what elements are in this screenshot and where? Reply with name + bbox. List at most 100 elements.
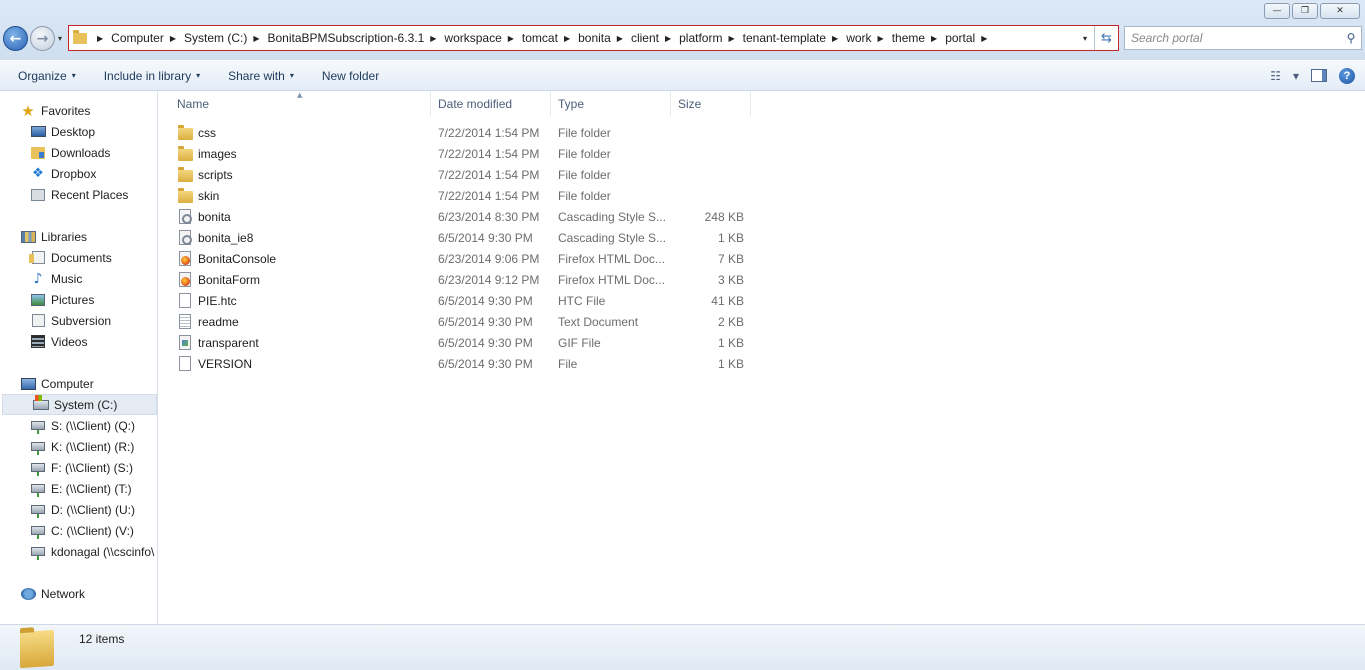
column-header-type[interactable]: Type xyxy=(551,92,671,116)
file-name-cell[interactable]: images xyxy=(177,143,427,164)
breadcrumb-separator-icon[interactable]: ▶ xyxy=(430,34,436,43)
network-icon xyxy=(20,587,36,600)
breadcrumb-separator-icon[interactable]: ▶ xyxy=(981,34,987,43)
breadcrumb-separator-icon[interactable]: ▶ xyxy=(931,34,937,43)
table-row[interactable]: BonitaConsole 6/23/2014 9:06 PM Firefox HT… xyxy=(159,248,759,269)
sidebar-item-desktop[interactable]: Desktop xyxy=(0,121,157,142)
breadcrumb-item[interactable]: bonita xyxy=(578,31,611,45)
file-name-cell[interactable]: BonitaForm xyxy=(177,269,427,290)
file-name-cell[interactable]: skin xyxy=(177,185,427,206)
sidebar-item-downloads[interactable]: Downloads xyxy=(0,142,157,163)
file-name-cell[interactable]: bonita_ie8 xyxy=(177,227,427,248)
address-bar[interactable]: ▶ Computer ▶ System (C:) ▶ BonitaBPMSubscript… xyxy=(68,25,1119,51)
breadcrumb-separator-icon[interactable]: ▶ xyxy=(878,34,884,43)
breadcrumb-separator-icon[interactable]: ▶ xyxy=(617,34,623,43)
sidebar-item-libraries[interactable]: Libraries xyxy=(0,226,157,247)
sidebar-item-recent-places[interactable]: Recent Places xyxy=(0,184,157,205)
preview-pane-icon[interactable] xyxy=(1311,69,1327,82)
minimize-button[interactable]: — xyxy=(1264,3,1290,19)
file-name-cell[interactable]: transparent xyxy=(177,332,427,353)
file-name: bonita xyxy=(198,209,231,224)
sidebar-item-drive-r[interactable]: K: (\\Client) (R:) xyxy=(0,436,157,457)
search-input[interactable]: Search portal xyxy=(1131,31,1341,45)
breadcrumb-separator-icon[interactable]: ▶ xyxy=(170,34,176,43)
back-button[interactable]: ← xyxy=(3,26,28,51)
sidebar-item-drive-q[interactable]: S: (\\Client) (Q:) xyxy=(0,415,157,436)
table-row[interactable]: skin 7/22/2014 1:54 PM File folder xyxy=(159,185,759,206)
table-row[interactable]: bonita 6/23/2014 8:30 PM Cascading Style S… xyxy=(159,206,759,227)
breadcrumb-separator-icon[interactable]: ▶ xyxy=(832,34,838,43)
network-drive-icon xyxy=(31,547,45,560)
forward-button[interactable]: → xyxy=(30,26,55,51)
breadcrumb-item[interactable]: workspace xyxy=(444,31,501,45)
table-row[interactable]: VERSION 6/5/2014 9:30 PM File 1 KB xyxy=(159,353,759,374)
sidebar-item-pictures[interactable]: Pictures xyxy=(0,289,157,310)
help-icon[interactable]: ? xyxy=(1339,67,1355,84)
close-button[interactable]: ✕ xyxy=(1320,3,1360,19)
breadcrumb-item[interactable]: tenant-template xyxy=(743,31,826,45)
table-row[interactable]: bonita_ie8 6/5/2014 9:30 PM Cascading Styl… xyxy=(159,227,759,248)
sidebar-item-network[interactable]: Network xyxy=(0,583,157,604)
search-box[interactable]: Search portal ⚲ xyxy=(1124,26,1362,50)
organize-button[interactable]: Organize ▾ xyxy=(0,61,86,90)
sidebar-item-music[interactable]: ♪ Music xyxy=(0,268,157,289)
breadcrumb-separator-icon[interactable]: ▶ xyxy=(665,34,671,43)
maximize-button[interactable]: ❐ xyxy=(1292,3,1318,19)
computer-icon xyxy=(20,377,36,390)
file-name-cell[interactable]: BonitaConsole xyxy=(177,248,427,269)
sidebar-item-subversion[interactable]: Subversion xyxy=(0,310,157,331)
sidebar-item-drive-s[interactable]: F: (\\Client) (S:) xyxy=(0,457,157,478)
sidebar-item-videos[interactable]: Videos xyxy=(0,331,157,352)
breadcrumb-item[interactable]: client xyxy=(631,31,659,45)
breadcrumb-item[interactable]: BonitaBPMSubscription-6.3.1 xyxy=(268,31,425,45)
column-header-name[interactable]: Name ▲ xyxy=(159,91,431,116)
breadcrumb-item[interactable]: theme xyxy=(892,31,925,45)
sidebar-item-drive-u[interactable]: D: (\\Client) (U:) xyxy=(0,499,157,520)
breadcrumb-separator-icon[interactable]: ▶ xyxy=(728,34,734,43)
breadcrumb-item[interactable]: tomcat xyxy=(522,31,558,45)
breadcrumb-item[interactable]: work xyxy=(846,31,871,45)
include-in-library-button[interactable]: Include in library ▾ xyxy=(86,61,210,90)
view-options-dropdown[interactable]: ▾ xyxy=(1293,69,1299,83)
table-row[interactable]: readme 6/5/2014 9:30 PM Text Document 2 KB xyxy=(159,311,759,332)
sidebar-item-drive-v[interactable]: C: (\\Client) (V:) xyxy=(0,520,157,541)
breadcrumb-separator-icon[interactable]: ▶ xyxy=(564,34,570,43)
sidebar-item-dropbox[interactable]: ❖ Dropbox xyxy=(0,163,157,184)
search-icon[interactable]: ⚲ xyxy=(1341,31,1361,45)
file-name-cell[interactable]: scripts xyxy=(177,164,427,185)
table-row[interactable]: scripts 7/22/2014 1:54 PM File folder xyxy=(159,164,759,185)
file-name-cell[interactable]: css xyxy=(177,122,427,143)
sidebar-item-computer[interactable]: Computer xyxy=(0,373,157,394)
breadcrumb-separator-icon[interactable]: ▶ xyxy=(97,34,103,43)
refresh-button[interactable]: ⇆ xyxy=(1094,26,1118,50)
breadcrumb-item[interactable]: portal xyxy=(945,31,975,45)
table-row[interactable]: images 7/22/2014 1:54 PM File folder xyxy=(159,143,759,164)
breadcrumb-item[interactable]: Computer xyxy=(111,31,164,45)
table-row[interactable]: PIE.htc 6/5/2014 9:30 PM HTC File 41 KB xyxy=(159,290,759,311)
type-cell: GIF File xyxy=(558,335,601,350)
file-name-cell[interactable]: bonita xyxy=(177,206,427,227)
recent-places-icon xyxy=(31,188,45,201)
sidebar-item-drive-t[interactable]: E: (\\Client) (T:) xyxy=(0,478,157,499)
breadcrumb-separator-icon[interactable]: ▶ xyxy=(253,34,259,43)
table-row[interactable]: transparent 6/5/2014 9:30 PM GIF File 1 KB xyxy=(159,332,759,353)
sidebar-item-system-c[interactable]: System (C:) xyxy=(2,394,157,415)
sidebar-item-kdonagal[interactable]: kdonagal (\\cscinfo\ xyxy=(0,541,157,562)
address-dropdown-button[interactable]: ▾ xyxy=(1076,34,1094,43)
breadcrumb-item[interactable]: platform xyxy=(679,31,722,45)
breadcrumb-separator-icon[interactable]: ▶ xyxy=(508,34,514,43)
sidebar-item-documents[interactable]: Documents xyxy=(0,247,157,268)
file-name-cell[interactable]: readme xyxy=(177,311,427,332)
share-with-button[interactable]: Share with ▾ xyxy=(210,61,304,90)
recent-pages-dropdown[interactable]: ▾ xyxy=(58,34,62,43)
table-row[interactable]: BonitaForm 6/23/2014 9:12 PM Firefox HTML … xyxy=(159,269,759,290)
change-view-icon[interactable]: ☷ xyxy=(1270,69,1281,83)
table-row[interactable]: css 7/22/2014 1:54 PM File folder xyxy=(159,122,759,143)
new-folder-button[interactable]: New folder xyxy=(304,61,389,90)
column-header-size[interactable]: Size xyxy=(671,92,751,116)
file-name-cell[interactable]: PIE.htc xyxy=(177,290,427,311)
breadcrumb-item[interactable]: System (C:) xyxy=(184,31,247,45)
file-name-cell[interactable]: VERSION xyxy=(177,353,427,374)
column-header-date[interactable]: Date modified xyxy=(421,92,551,116)
sidebar-item-favorites[interactable]: ★ Favorites xyxy=(0,100,157,121)
